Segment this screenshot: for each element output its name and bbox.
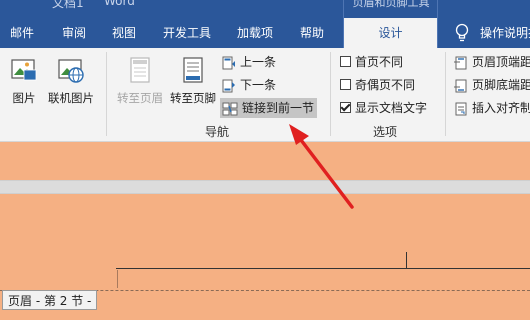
- annotation-arrow-icon: [289, 124, 354, 209]
